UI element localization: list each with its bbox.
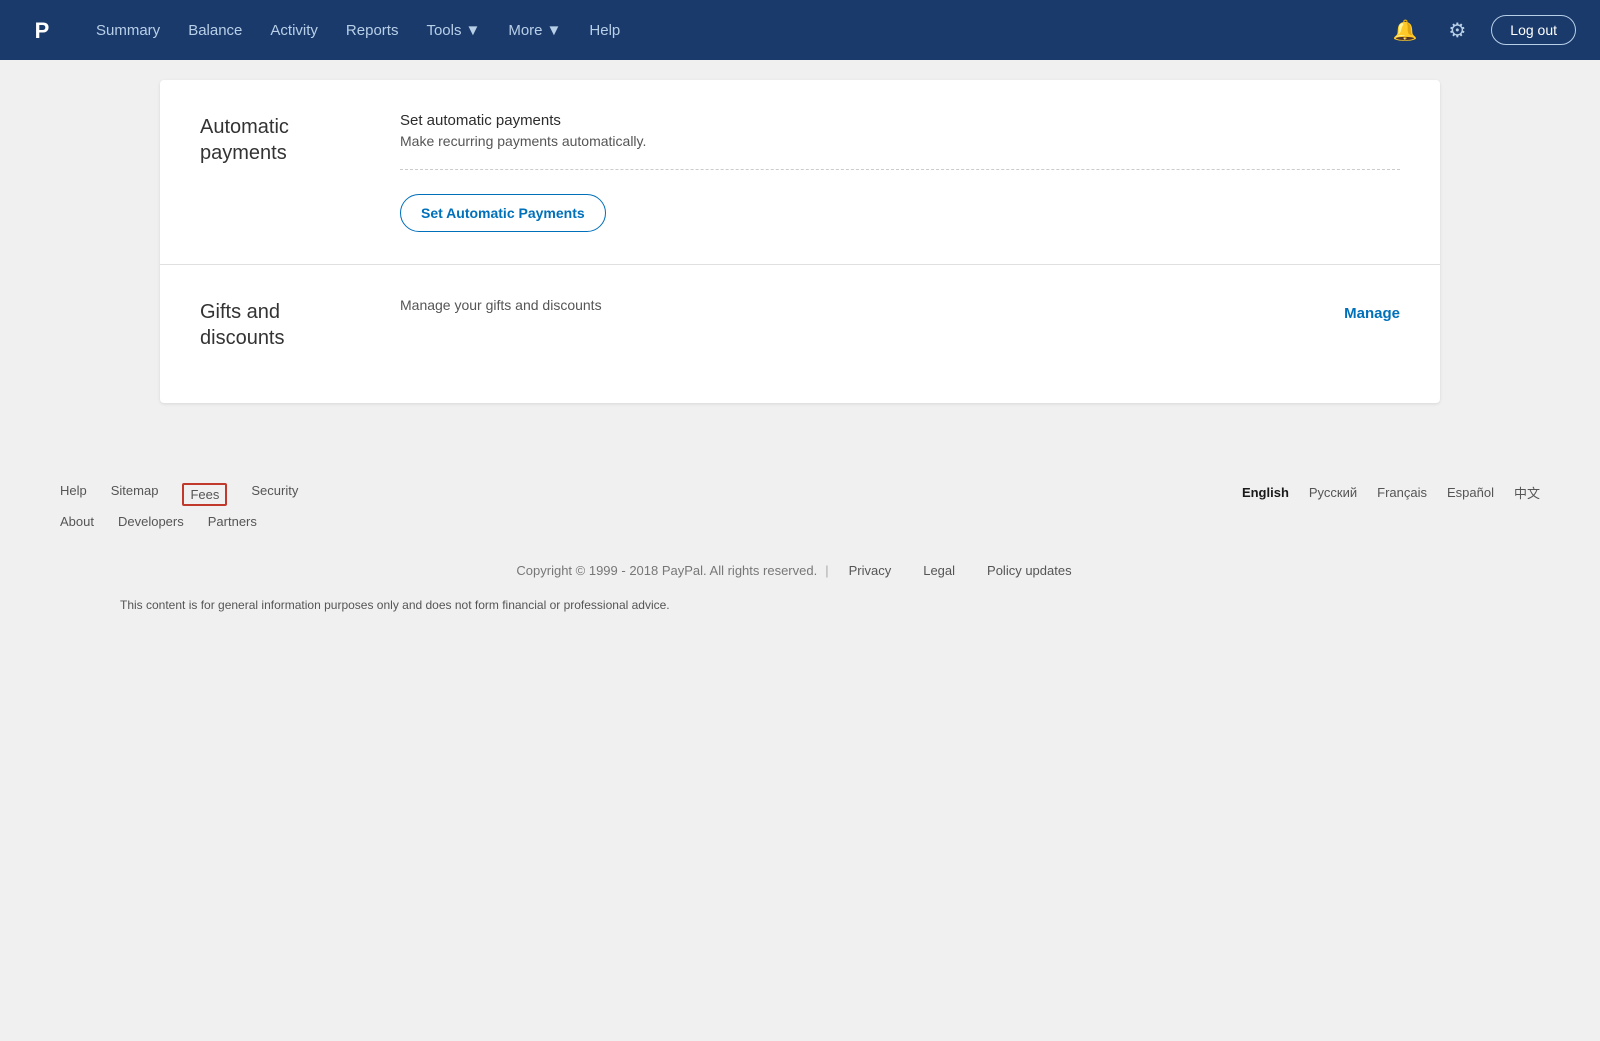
footer-legal-link[interactable]: Legal	[923, 563, 955, 578]
footer-copyright-text: Copyright © 1999 - 2018 PayPal. All righ…	[516, 563, 817, 578]
footer-lang-en[interactable]: English	[1242, 485, 1289, 500]
footer-separator: |	[825, 563, 828, 578]
footer-policy-link[interactable]: Policy updates	[987, 563, 1072, 578]
footer-partners-link[interactable]: Partners	[208, 514, 257, 529]
footer-disclaimer: This content is for general information …	[60, 598, 1540, 612]
footer-lang-zh[interactable]: 中文	[1514, 483, 1540, 502]
set-automatic-payments-button[interactable]: Set Automatic Payments	[400, 194, 606, 232]
paypal-logo[interactable]: P	[24, 12, 60, 48]
manage-link[interactable]: Manage	[1344, 305, 1400, 322]
footer-developers-link[interactable]: Developers	[118, 514, 184, 529]
nav-activity[interactable]: Activity	[258, 14, 330, 47]
nav-balance[interactable]: Balance	[176, 14, 254, 47]
automatic-payments-divider	[400, 169, 1400, 170]
footer-fees-link[interactable]: Fees	[182, 483, 227, 506]
automatic-payments-content: Set automatic payments Make recurring pa…	[400, 112, 1400, 232]
settings-button[interactable]: ⚙	[1439, 12, 1475, 48]
footer-privacy-link[interactable]: Privacy	[849, 563, 892, 578]
svg-text:P: P	[35, 18, 50, 43]
footer-lang-fr[interactable]: Français	[1377, 485, 1427, 500]
tools-chevron-icon: ▼	[465, 22, 480, 39]
gifts-discounts-content: Manage your gifts and discounts	[400, 297, 1400, 313]
footer-lang-ru[interactable]: Русский	[1309, 485, 1357, 500]
nav-tools[interactable]: Tools ▼	[414, 14, 492, 47]
footer-help-link[interactable]: Help	[60, 483, 87, 506]
footer: Help Sitemap Fees Security About Develop…	[0, 443, 1600, 632]
notifications-button[interactable]: 🔔	[1387, 12, 1423, 48]
nav-actions: 🔔 ⚙ Log out	[1387, 12, 1576, 48]
footer-copyright-row: Copyright © 1999 - 2018 PayPal. All righ…	[60, 563, 1540, 578]
more-chevron-icon: ▼	[547, 22, 562, 39]
automatic-payments-label: Automaticpayments	[200, 112, 400, 166]
settings-card: Automaticpayments Set automatic payments…	[160, 80, 1440, 403]
automatic-payments-desc: Make recurring payments automatically.	[400, 133, 1400, 149]
footer-links-row1: Help Sitemap Fees Security	[60, 483, 298, 506]
nav-reports[interactable]: Reports	[334, 14, 411, 47]
footer-lang-es[interactable]: Español	[1447, 485, 1494, 500]
bell-icon: 🔔	[1393, 18, 1418, 43]
gifts-discounts-row: Gifts anddiscounts Manage your gifts and…	[160, 265, 1440, 383]
nav-links: Summary Balance Activity Reports Tools ▼…	[84, 14, 1387, 47]
gifts-discounts-label: Gifts anddiscounts	[200, 297, 400, 351]
nav-help[interactable]: Help	[577, 14, 632, 47]
gear-icon: ⚙	[1448, 18, 1466, 43]
footer-languages: English Русский Français Español 中文	[1242, 483, 1540, 502]
logout-button[interactable]: Log out	[1491, 15, 1576, 45]
footer-links-row2: About Developers Partners	[60, 514, 298, 529]
navbar: P Summary Balance Activity Reports Tools…	[0, 0, 1600, 60]
footer-top-section: Help Sitemap Fees Security About Develop…	[60, 483, 1540, 529]
footer-sitemap-link[interactable]: Sitemap	[111, 483, 159, 506]
nav-more[interactable]: More ▼	[496, 14, 573, 47]
main-content: Automaticpayments Set automatic payments…	[0, 60, 1600, 443]
footer-about-link[interactable]: About	[60, 514, 94, 529]
gifts-discounts-desc: Manage your gifts and discounts	[400, 297, 1400, 313]
automatic-payments-row: Automaticpayments Set automatic payments…	[160, 80, 1440, 265]
nav-summary[interactable]: Summary	[84, 14, 172, 47]
automatic-payments-title: Set automatic payments	[400, 112, 1400, 129]
footer-left-links: Help Sitemap Fees Security About Develop…	[60, 483, 298, 529]
footer-security-link[interactable]: Security	[251, 483, 298, 506]
